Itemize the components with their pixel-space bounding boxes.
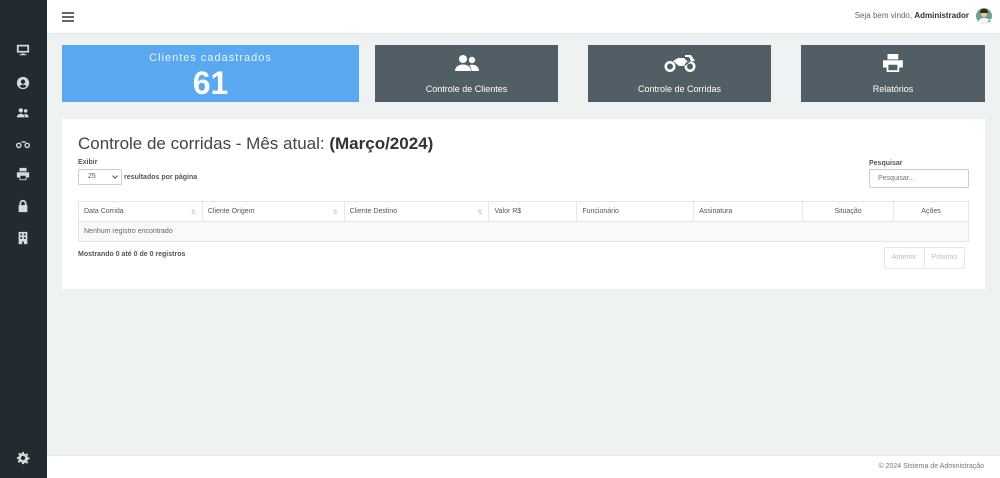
table-row: Nenhum registro encontrado xyxy=(78,221,969,242)
clients-control-label: Controle de Clientes xyxy=(425,84,508,94)
page-title-prefix: Controle de corridas - Mês atual: xyxy=(78,134,325,153)
clients-count-label: Clientes cadastrados xyxy=(149,52,272,64)
building-icon[interactable] xyxy=(14,229,32,247)
clients-count-card: Clientes cadastrados 61 xyxy=(62,45,359,102)
user-name[interactable]: Administrador xyxy=(914,11,969,20)
table-header-row: Data Corrida ⇅ Cliente Origem ⇅ Cliente De… xyxy=(78,201,969,222)
rides-panel: Controle de corridas - Mês atual: (Março… xyxy=(62,119,985,289)
motorcycle-icon[interactable] xyxy=(14,135,32,153)
page-title-month: (Março/2024) xyxy=(329,134,434,153)
next-page-button[interactable]: Próximo xyxy=(923,248,965,268)
printer-icon xyxy=(801,54,985,72)
column-header-actions: Ações xyxy=(893,201,969,222)
motorcycle-icon xyxy=(588,54,771,72)
search-input[interactable] xyxy=(869,169,969,188)
rides-control-button[interactable]: Controle de Corridas xyxy=(588,45,771,102)
monitor-icon[interactable] xyxy=(14,41,32,59)
rides-table: Data Corrida ⇅ Cliente Origem ⇅ Cliente De… xyxy=(78,201,969,242)
sort-icon: ⇅ xyxy=(190,210,196,216)
topbar: Seja bem vindo, Administrador xyxy=(47,0,1000,34)
online-status-dot xyxy=(987,19,992,24)
welcome-prefix: Seja bem vindo, xyxy=(854,11,913,20)
copyright-text: © 2024 Sistema de Administração xyxy=(878,463,984,470)
column-header-destination[interactable]: Cliente Destino ⇅ xyxy=(343,201,490,222)
users-icon[interactable] xyxy=(14,104,32,122)
gear-icon[interactable] xyxy=(14,449,32,467)
per-page-label: resultados por página xyxy=(124,174,198,181)
column-header-value[interactable]: Valor R$ xyxy=(488,201,578,222)
welcome-text: Seja bem vindo, Administrador xyxy=(855,11,969,20)
column-header-signature[interactable]: Assinatura xyxy=(693,201,804,222)
sort-icon: ⇅ xyxy=(477,210,483,216)
menu-toggle-icon[interactable] xyxy=(62,12,74,22)
show-label: Exibir xyxy=(78,159,98,166)
clients-control-button[interactable]: Controle de Clientes xyxy=(375,45,558,102)
footer: © 2024 Sistema de Administração xyxy=(47,455,1000,478)
column-header-date[interactable]: Data Corrida ⇅ xyxy=(78,201,203,222)
chevron-down-icon xyxy=(112,173,118,179)
page-title: Controle de corridas - Mês atual: (Março… xyxy=(78,134,433,154)
rides-control-label: Controle de Corridas xyxy=(637,84,722,94)
reports-label: Relatórios xyxy=(872,84,914,94)
sort-icon: ⇅ xyxy=(332,210,338,216)
search-label: Pesquisar xyxy=(869,160,903,167)
sidebar xyxy=(0,0,47,478)
avatar[interactable] xyxy=(976,8,992,24)
previous-page-button[interactable]: Anterior xyxy=(885,248,924,268)
reports-button[interactable]: Relatórios xyxy=(801,45,985,102)
page-length-select[interactable]: 25 xyxy=(78,169,122,185)
column-header-origin[interactable]: Cliente Origem ⇅ xyxy=(201,201,345,222)
users-icon xyxy=(375,54,558,72)
column-header-status[interactable]: Situação xyxy=(802,201,895,222)
empty-table-message: Nenhum registro encontrado xyxy=(78,221,969,242)
table-info: Mostrando 0 até 0 de 0 registros xyxy=(78,251,186,258)
pagination: Anterior Próximo xyxy=(884,247,966,269)
lock-icon[interactable] xyxy=(14,197,32,215)
user-circle-icon[interactable] xyxy=(14,74,32,92)
printer-icon[interactable] xyxy=(14,165,32,183)
page-length-value: 25 xyxy=(88,173,96,180)
column-header-employee[interactable]: Funcionário xyxy=(576,201,695,222)
clients-count-value: 61 xyxy=(192,65,229,101)
